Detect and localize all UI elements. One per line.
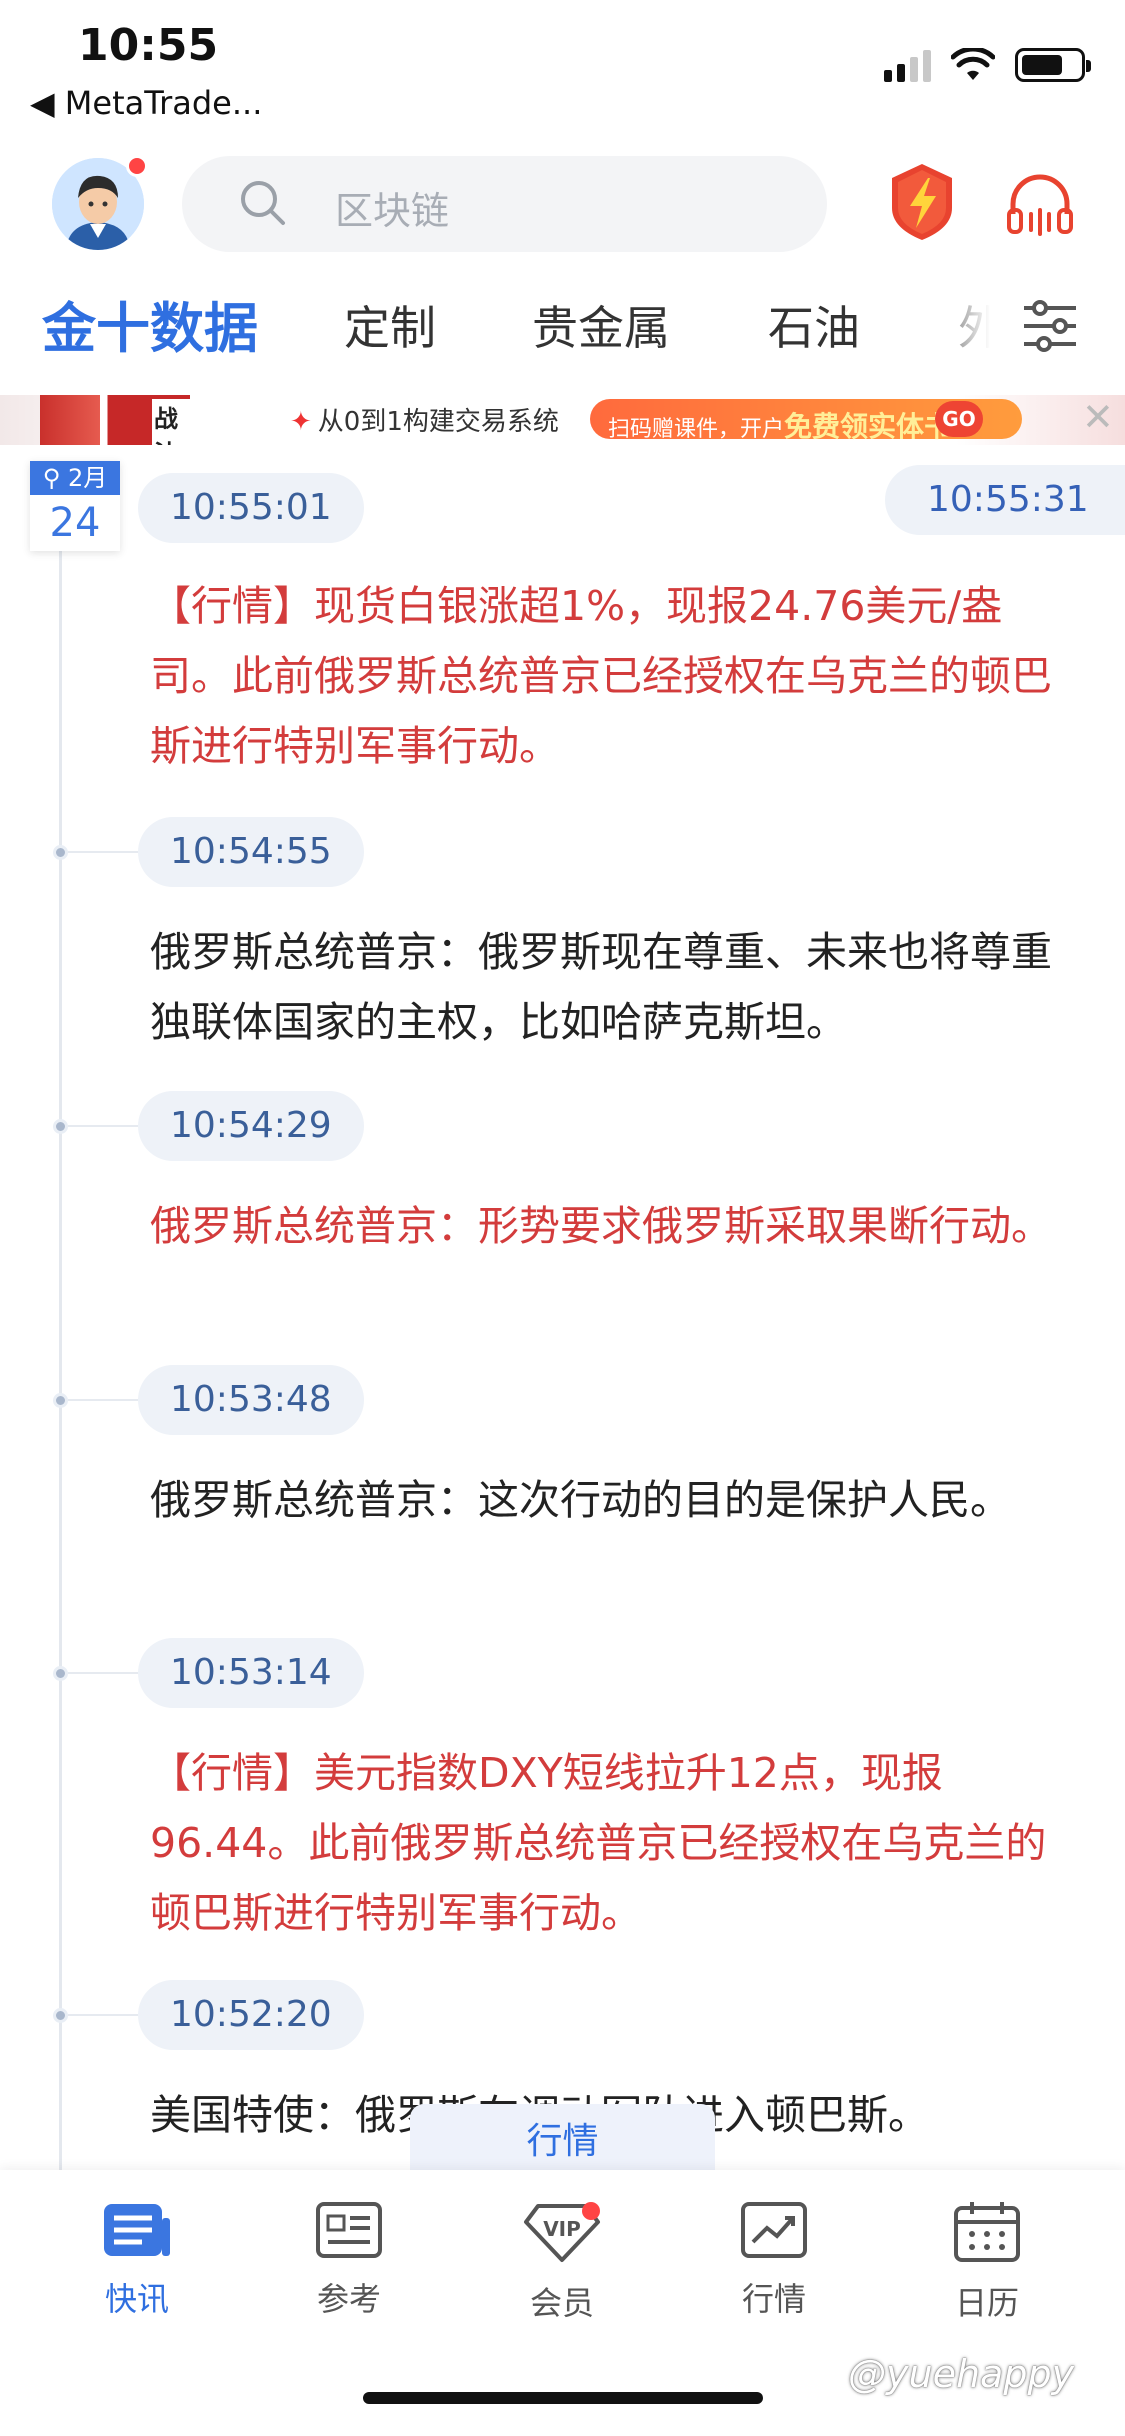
latest-time-indicator[interactable]: 10:55:31 xyxy=(885,465,1125,535)
status-bar: 10:55 ◀ MetaTrade... xyxy=(0,0,1125,150)
tab-custom[interactable]: 定制 xyxy=(344,292,436,358)
nav-label: 参考 xyxy=(316,2280,381,2318)
tab-jin10-data[interactable]: 金十数据 xyxy=(42,284,258,363)
banner-go-button[interactable]: GO xyxy=(935,401,983,437)
nav-calendar[interactable]: 日历 xyxy=(912,2200,1062,2340)
news-time: 10:53:48 xyxy=(138,1365,364,1435)
nav-market[interactable]: 行情 xyxy=(699,2200,849,2340)
search-icon xyxy=(241,181,285,225)
search-input[interactable]: 区块链 xyxy=(182,156,827,252)
wifi-icon xyxy=(951,48,995,80)
news-text: 【行情】现货白银涨超1%，现报24.76美元/盎司。此前俄罗斯总统普京已经授权在… xyxy=(150,582,1052,770)
date-month: ⚲ 2月 xyxy=(30,461,120,495)
svg-text:VIP: VIP xyxy=(543,2217,581,2241)
timeline-dot xyxy=(53,1119,68,1134)
nav-vip[interactable]: VIP 会员 xyxy=(487,2200,637,2340)
status-icons xyxy=(884,48,1091,82)
timeline-dot xyxy=(53,1666,68,1681)
banner-text: ✦ 从0到1构建交易系统 xyxy=(290,407,559,437)
news-timeline: ⚲ 2月 24 10:55:31 10:55:01 【行情】现货白银涨超1%，现… xyxy=(0,455,1125,2225)
news-time: 10:52:20 xyxy=(138,1980,364,2050)
market-chart-icon xyxy=(741,2202,807,2258)
reference-icon xyxy=(316,2202,382,2258)
app-header: 区块链 xyxy=(0,150,1125,260)
book-cover-image: 战法 xyxy=(40,395,190,445)
search-placeholder: 区块链 xyxy=(335,189,450,233)
bottom-nav: 快讯 参考 VIP 会员 行情 日历 @yuehappy xyxy=(0,2170,1125,2436)
news-time: 10:54:55 xyxy=(138,817,364,887)
news-time: 10:53:14 xyxy=(138,1638,364,1708)
nav-label: 会员 xyxy=(529,2284,594,2322)
date-day: 24 xyxy=(49,500,101,546)
category-tabs: 金十数据 定制 贵金属 石油 外 xyxy=(0,270,1125,380)
news-time: 10:54:29 xyxy=(138,1091,364,1161)
headset-icon[interactable] xyxy=(1005,170,1075,240)
news-text: 【行情】美元指数DXY短线拉升12点，现报96.44。此前俄罗斯总统普京已经授权… xyxy=(150,1749,1047,1937)
promo-banner[interactable]: 战法 ✦从0到1构建交易系统 扫码赠课件，开户免费领实体书 GO ✕ xyxy=(0,395,1125,445)
notification-badge xyxy=(126,155,148,177)
back-to-app-link[interactable]: ◀ MetaTrade... xyxy=(30,84,262,122)
news-icon xyxy=(104,2204,170,2256)
clock: 10:55 xyxy=(78,20,219,71)
vip-notification-badge xyxy=(582,2202,600,2220)
tabs-fade-overlay xyxy=(920,270,1020,380)
date-picker[interactable]: ⚲ 2月 24 xyxy=(30,461,120,551)
timeline-dot xyxy=(53,1393,68,1408)
news-time: 10:55:01 xyxy=(138,473,364,543)
nav-label: 行情 xyxy=(741,2280,806,2318)
timeline-line xyxy=(59,525,62,2225)
banner-close-icon[interactable]: ✕ xyxy=(1082,395,1114,439)
tab-oil[interactable]: 石油 xyxy=(768,292,860,358)
timeline-dot xyxy=(53,2008,68,2023)
floating-market-tab[interactable]: 行情 xyxy=(410,2104,715,2180)
flash-news-icon[interactable] xyxy=(888,162,956,242)
nav-label: 日历 xyxy=(954,2284,1019,2322)
nav-label: 快讯 xyxy=(104,2280,169,2318)
watermark: @yuehappy xyxy=(848,2352,1075,2396)
news-text: 俄罗斯总统普京：这次行动的目的是保护人民。 xyxy=(150,1476,1011,1524)
filter-settings-icon[interactable] xyxy=(1020,298,1080,354)
news-text: 俄罗斯总统普京：俄罗斯现在尊重、未来也将尊重独联体国家的主权，比如哈萨克斯坦。 xyxy=(150,928,1052,1046)
book-title: 战法 xyxy=(152,399,190,445)
nav-reference[interactable]: 参考 xyxy=(274,2200,424,2340)
cellular-signal-icon xyxy=(884,48,931,82)
home-indicator[interactable] xyxy=(363,2392,763,2404)
calendar-icon xyxy=(954,2202,1020,2262)
nav-flash-news[interactable]: 快讯 xyxy=(62,2200,212,2340)
tab-precious-metals[interactable]: 贵金属 xyxy=(532,292,670,358)
news-text: 俄罗斯总统普京：形势要求俄罗斯采取果断行动。 xyxy=(150,1202,1052,1250)
timeline-dot xyxy=(53,845,68,860)
battery-icon xyxy=(1015,48,1091,82)
sparkle-icon: ✦ xyxy=(290,407,312,437)
